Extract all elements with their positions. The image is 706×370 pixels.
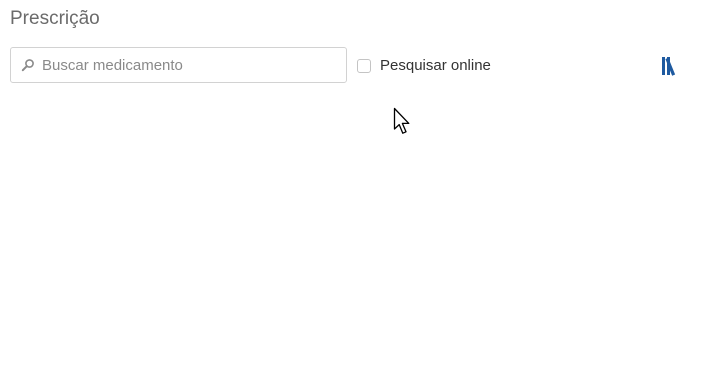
medication-search-input[interactable]: [42, 48, 342, 82]
search-icon: [21, 58, 35, 72]
mouse-cursor-icon: [393, 107, 413, 137]
search-online-checkbox[interactable]: [357, 59, 371, 73]
library-button[interactable]: [660, 55, 684, 77]
library-books-icon: [660, 57, 684, 81]
search-online-toggle[interactable]: Pesquisar online: [357, 56, 491, 76]
medication-search-box[interactable]: [10, 47, 347, 83]
search-online-label[interactable]: Pesquisar online: [380, 56, 491, 76]
section-title: Prescrição: [10, 8, 100, 29]
